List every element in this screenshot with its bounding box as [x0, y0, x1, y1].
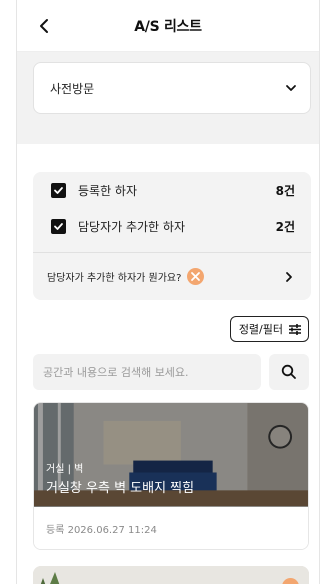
help-label: 담당자가 추가한 하자가 뭔가요?: [47, 273, 182, 284]
search-button[interactable]: [269, 354, 309, 390]
check-count: 2건: [275, 219, 295, 234]
room-photo-illustration: [33, 566, 309, 584]
checkbox-checked-icon[interactable]: [51, 218, 66, 234]
chevron-right-icon: [286, 271, 292, 282]
check-count: 8건: [275, 183, 295, 198]
back-arrow-icon[interactable]: [37, 16, 53, 36]
check-row-added-by-manager[interactable]: 담당자가 추가한 하자 2건: [33, 208, 311, 244]
defect-card[interactable]: [33, 566, 309, 584]
dropdown-value: 사전방문: [50, 81, 95, 96]
app-frame: A/S 리스트 사전방문 등록한 하자 8건 담당자가 추가한 하자 2건 담당…: [16, 0, 320, 584]
defect-photo: 거실 | 벽 거실창 우측 벽 도배지 찍힘: [34, 403, 308, 507]
visit-type-dropdown[interactable]: 사전방문: [33, 62, 311, 114]
help-link-row[interactable]: 담당자가 추가한 하자가 뭔가요?: [33, 252, 311, 300]
search-input[interactable]: [33, 354, 261, 390]
search-icon: [281, 364, 296, 379]
top-bar: A/S 리스트: [17, 0, 319, 52]
sort-filter-button[interactable]: 정렬/필터: [229, 316, 309, 342]
defect-category: 거실 | 벽: [46, 464, 84, 475]
defect-card[interactable]: 거실 | 벽 거실창 우측 벽 도배지 찍힘 등록 2026.06.27 11:…: [33, 402, 309, 550]
sliders-icon: [289, 323, 301, 335]
check-label: 담당자가 추가한 하자: [78, 219, 185, 234]
filter-section: 사전방문: [17, 52, 319, 144]
defect-registered-date: 등록 2026.06.27 11:24: [34, 507, 308, 549]
check-row-registered[interactable]: 등록한 하자 8건: [33, 172, 311, 208]
defect-title: 거실창 우측 벽 도배지 찍힘: [46, 481, 195, 496]
check-label: 등록한 하자: [78, 183, 138, 198]
page-title: A/S 리스트: [134, 18, 202, 35]
chevron-down-icon: [286, 85, 296, 91]
defect-summary-card: 등록한 하자 8건 담당자가 추가한 하자 2건 담당자가 추가한 하자가 뭔가…: [33, 172, 311, 300]
checkbox-checked-icon[interactable]: [51, 182, 66, 198]
sort-filter-label: 정렬/필터: [238, 323, 283, 336]
tools-icon: [187, 268, 205, 285]
